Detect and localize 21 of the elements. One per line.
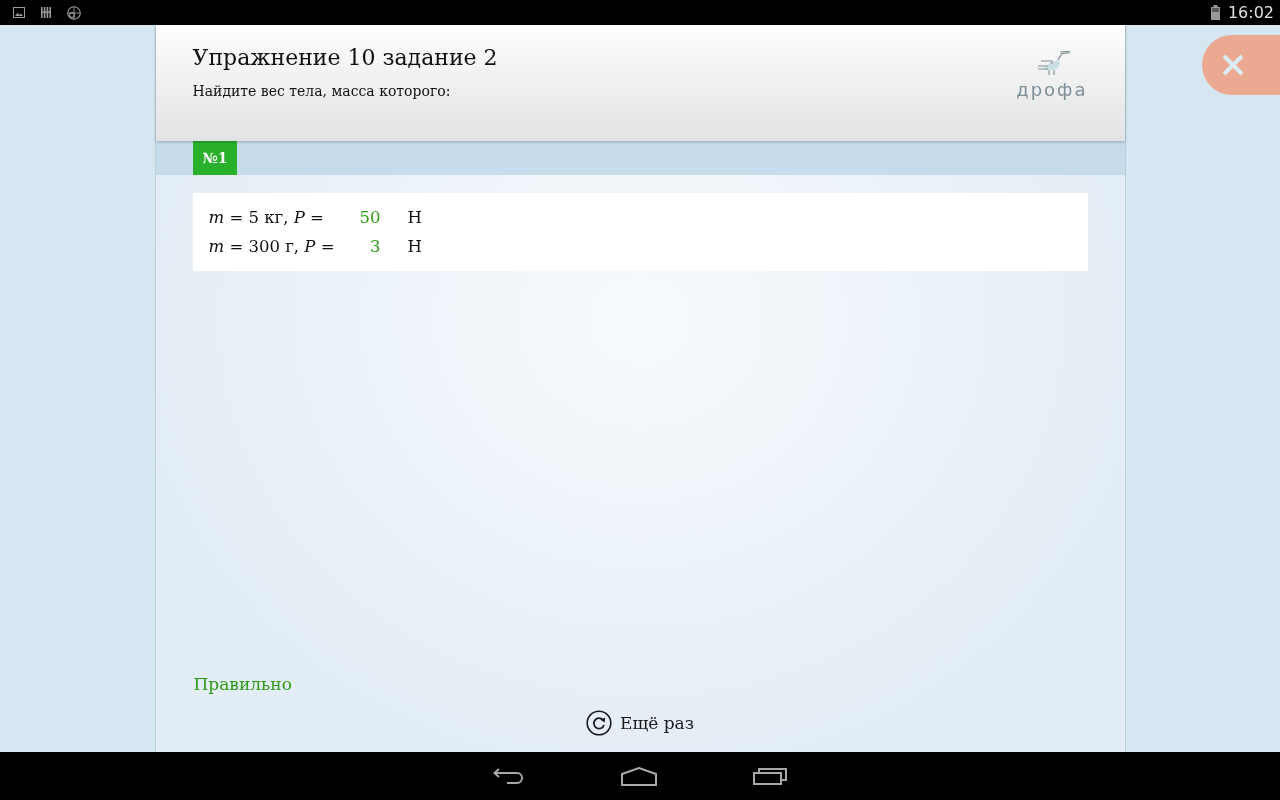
refresh-icon	[586, 710, 612, 736]
logo-text: дрофа	[1016, 81, 1088, 99]
exercise-title: Упражнение 10 задание 2	[192, 44, 498, 72]
status-time: 16:02	[1227, 3, 1274, 22]
battery-icon	[1210, 5, 1220, 20]
answer-value: 3	[370, 236, 381, 258]
answer-value: 50	[359, 207, 381, 229]
image-icon	[13, 7, 25, 18]
close-icon	[1222, 54, 1244, 76]
retry-button[interactable]: Ещё раз	[586, 710, 694, 736]
question-text: m = 5 кг, P =	[208, 207, 324, 229]
exercise-subtitle: Найдите вес тела, масса которого:	[192, 82, 452, 101]
bars-icon	[41, 7, 51, 18]
unit-text: Н	[407, 207, 422, 229]
result-text: Правильно	[192, 673, 292, 696]
globe-icon	[67, 5, 81, 20]
back-icon[interactable]	[493, 767, 525, 785]
question-text: m = 300 г, P =	[208, 236, 335, 258]
recents-icon[interactable]	[753, 767, 787, 785]
unit-text: Н	[407, 236, 422, 258]
home-icon[interactable]	[621, 766, 657, 786]
